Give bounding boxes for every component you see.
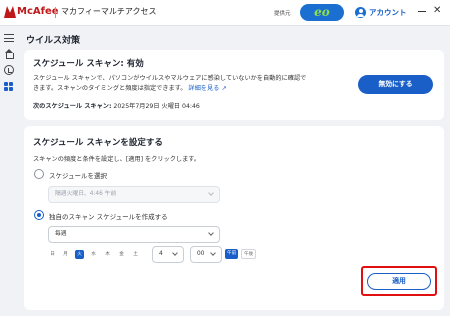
preset-schedule-value: 隔週火曜日、4:46 午前	[55, 191, 117, 197]
chevron-down-icon	[208, 230, 214, 236]
status-description: スケジュール スキャンで、パソコンがウイルスやマルウェアに感染していないかを自動…	[33, 74, 353, 93]
day-saturday[interactable]: 土	[131, 250, 140, 259]
brand-name: McAfee	[17, 6, 59, 17]
disable-button[interactable]: 無効にする	[358, 75, 433, 94]
chevron-down-icon	[210, 250, 216, 256]
frequency-select[interactable]: 毎週	[48, 226, 220, 243]
status-title: スケジュール スキャン: 有効	[33, 59, 144, 69]
settings-title: スケジュール スキャンを設定する	[33, 138, 163, 148]
pm-toggle[interactable]: 午後	[241, 249, 257, 259]
chevron-down-icon	[208, 190, 214, 196]
shield-icon[interactable]	[4, 65, 14, 75]
account-button[interactable]: アカウント	[369, 7, 407, 18]
home-icon[interactable]	[4, 49, 14, 59]
scheduled-scan-status-card: スケジュール スキャン: 有効 スケジュール スキャンで、パソコンがウイルスやマ…	[24, 50, 444, 120]
frequency-value: 毎週	[55, 231, 67, 237]
minimize-icon[interactable]	[418, 11, 426, 12]
preset-schedule-radio[interactable]	[34, 169, 44, 179]
status-description-line2: きます。スキャンのタイミングと頻度は指定できます。	[33, 84, 187, 92]
am-toggle[interactable]: 午前	[225, 249, 239, 259]
settings-description: スキャンの頻度と条件を設定し、[適用] をクリックします。	[33, 156, 201, 163]
day-tuesday[interactable]: 火	[75, 250, 84, 259]
next-scan-label: 次のスケジュール スキャン:	[33, 103, 112, 110]
page-title: ウイルス対策	[26, 36, 81, 46]
status-description-line1: スケジュール スキャンで、パソコンがウイルスやマルウェアに感染していないかを自動…	[33, 75, 307, 82]
custom-schedule-radio[interactable]	[34, 210, 44, 220]
minute-value: 00	[197, 251, 205, 257]
apply-button[interactable]: 適用	[367, 273, 431, 290]
chevron-down-icon	[172, 250, 178, 256]
provider-logo: eo	[300, 4, 344, 21]
hour-select[interactable]: 4	[152, 246, 184, 263]
minute-select[interactable]: 00	[190, 246, 222, 263]
close-icon[interactable]: ✕	[433, 5, 441, 17]
sidebar	[0, 27, 18, 316]
title-bar: McAfee マカフィーマルチアクセス 提供元 eo アカウント ✕	[0, 0, 450, 26]
brand-divider	[55, 7, 56, 18]
detail-link[interactable]: 詳細を見る ↗	[188, 85, 226, 92]
grid-icon[interactable]	[4, 82, 14, 92]
day-wednesday[interactable]: 水	[89, 250, 98, 259]
hour-value: 4	[159, 251, 163, 257]
day-sunday[interactable]: 日	[48, 250, 57, 259]
provider-label: 提供元	[274, 11, 291, 17]
next-scan-value: 2025年7月29日 火曜日 04:46	[113, 103, 200, 110]
custom-schedule-label: 独自のスキャン スケジュールを作成する	[49, 213, 168, 221]
next-scan-info: 次のスケジュール スキャン: 2025年7月29日 火曜日 04:46	[33, 101, 200, 110]
scan-settings-card: スケジュール スキャンを設定する スキャンの頻度と条件を設定し、[適用] をクリ…	[24, 126, 444, 310]
day-thursday[interactable]: 木	[103, 250, 112, 259]
account-icon[interactable]	[355, 7, 366, 18]
menu-icon[interactable]	[4, 34, 14, 42]
preset-schedule-label: スケジュールを選択	[49, 172, 108, 180]
app-title: マカフィーマルチアクセス	[61, 7, 157, 16]
external-link-icon: ↗	[221, 84, 227, 92]
day-monday[interactable]: 月	[61, 250, 70, 259]
mcafee-logo-icon	[4, 6, 16, 18]
day-friday[interactable]: 金	[117, 250, 126, 259]
preset-schedule-select[interactable]: 隔週火曜日、4:46 午前	[48, 186, 220, 203]
